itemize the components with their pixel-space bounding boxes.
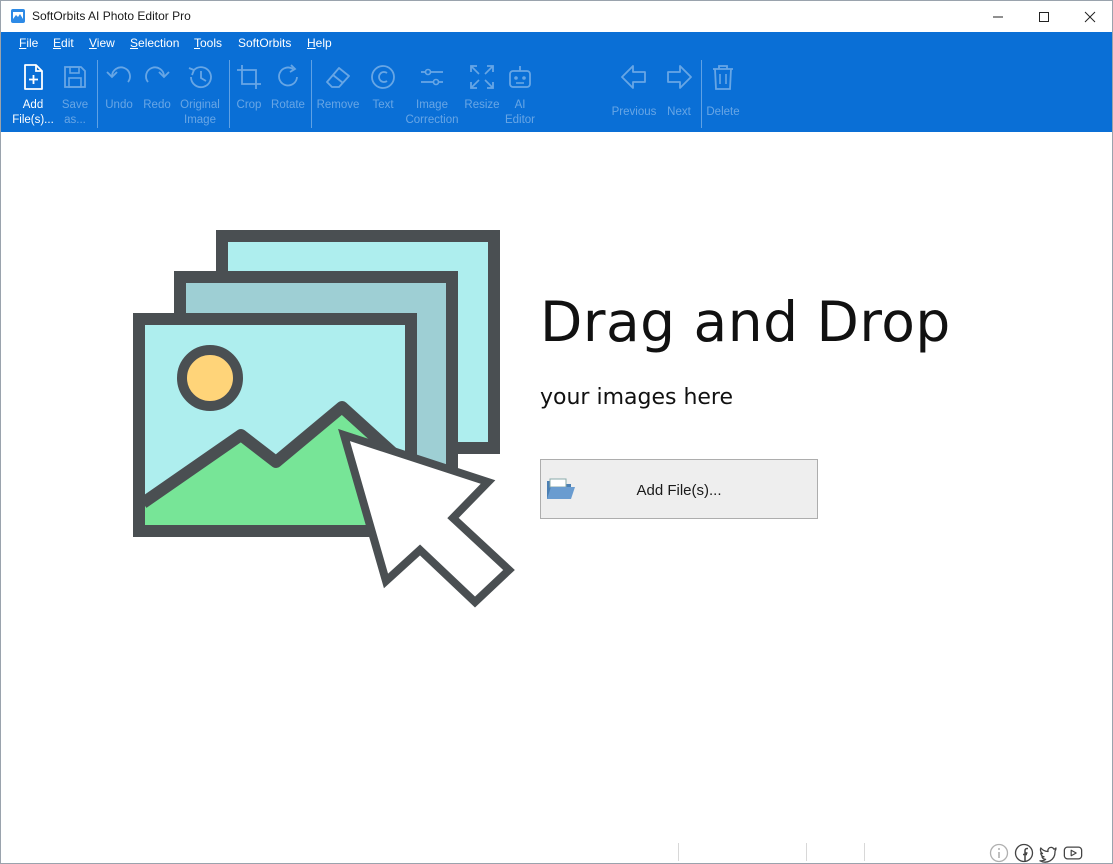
twitter-icon[interactable] xyxy=(1038,843,1058,863)
app-window: SoftOrbits AI Photo Editor Pro File Edit… xyxy=(0,0,1113,864)
text-button[interactable]: Text xyxy=(365,56,401,130)
menu-selection[interactable]: Selection xyxy=(130,36,179,50)
menu-help[interactable]: Help xyxy=(307,36,332,50)
menu-view[interactable]: View xyxy=(89,36,115,50)
status-divider xyxy=(864,843,865,861)
ribbon: File Edit View Selection Tools SoftOrbit… xyxy=(1,32,1112,132)
minimize-button[interactable] xyxy=(975,1,1021,32)
toolbar-separator xyxy=(97,60,98,128)
resize-icon xyxy=(470,65,494,89)
redo-button[interactable]: Redo xyxy=(139,56,175,130)
add-files-main-button[interactable]: Add File(s)... xyxy=(540,459,818,519)
next-button[interactable]: Next xyxy=(661,56,697,130)
arrow-right-icon xyxy=(667,65,692,89)
toolbar-separator xyxy=(311,60,312,128)
previous-button[interactable]: Previous xyxy=(609,56,659,130)
crop-icon xyxy=(237,65,261,89)
window-title: SoftOrbits AI Photo Editor Pro xyxy=(32,9,191,23)
delete-button[interactable]: Delete xyxy=(705,56,741,130)
image-correction-button[interactable]: Image Correction xyxy=(403,56,461,130)
add-files-main-label: Add File(s)... xyxy=(636,482,722,499)
redo-icon xyxy=(145,66,170,83)
drag-drop-subtitle: your images here xyxy=(540,385,734,410)
maximize-button[interactable] xyxy=(1021,1,1067,32)
status-divider xyxy=(806,843,807,861)
text-icon xyxy=(371,65,395,89)
add-file-icon xyxy=(24,64,43,90)
rotate-button[interactable]: Rotate xyxy=(269,56,307,130)
toolbar: Add File(s)... Save as... Undo Redo Orig… xyxy=(1,56,1112,130)
status-divider xyxy=(678,843,679,861)
status-bar xyxy=(1,840,1112,863)
add-files-button[interactable]: Add File(s)... xyxy=(9,56,57,130)
history-icon xyxy=(188,66,212,89)
facebook-icon[interactable] xyxy=(1014,843,1034,863)
close-icon xyxy=(1084,11,1096,22)
resize-button[interactable]: Resize xyxy=(463,56,501,130)
title-bar: SoftOrbits AI Photo Editor Pro xyxy=(1,1,1112,32)
menu-bar: File Edit View Selection Tools SoftOrbit… xyxy=(1,32,1112,54)
save-as-button[interactable]: Save as... xyxy=(57,56,93,130)
youtube-icon[interactable] xyxy=(1063,843,1083,863)
crop-button[interactable]: Crop xyxy=(231,56,267,130)
info-icon[interactable] xyxy=(989,843,1009,863)
trash-icon xyxy=(713,65,733,90)
drop-zone[interactable]: Drag and Drop your images here Add File(… xyxy=(1,132,1112,863)
undo-button[interactable]: Undo xyxy=(101,56,137,130)
menu-file[interactable]: File xyxy=(19,36,38,50)
menu-edit[interactable]: Edit xyxy=(53,36,74,50)
ai-editor-button[interactable]: AI Editor xyxy=(501,56,539,130)
close-button[interactable] xyxy=(1067,1,1112,32)
sliders-icon xyxy=(421,68,443,86)
eraser-icon xyxy=(326,67,350,88)
arrow-left-icon xyxy=(621,65,646,89)
app-logo-icon xyxy=(11,9,25,23)
undo-icon xyxy=(106,66,131,83)
original-image-button[interactable]: Original Image xyxy=(177,56,223,130)
remove-button[interactable]: Remove xyxy=(314,56,362,130)
images-illustration xyxy=(133,230,515,608)
rotate-icon xyxy=(278,64,298,87)
maximize-icon xyxy=(1039,11,1049,22)
toolbar-separator xyxy=(701,60,702,128)
save-icon xyxy=(64,66,86,88)
toolbar-separator xyxy=(229,60,230,128)
drag-drop-title: Drag and Drop xyxy=(540,290,951,354)
robot-icon xyxy=(509,66,531,88)
minimize-icon xyxy=(993,16,1003,17)
menu-softorbits[interactable]: SoftOrbits xyxy=(238,36,291,50)
menu-tools[interactable]: Tools xyxy=(194,36,222,50)
